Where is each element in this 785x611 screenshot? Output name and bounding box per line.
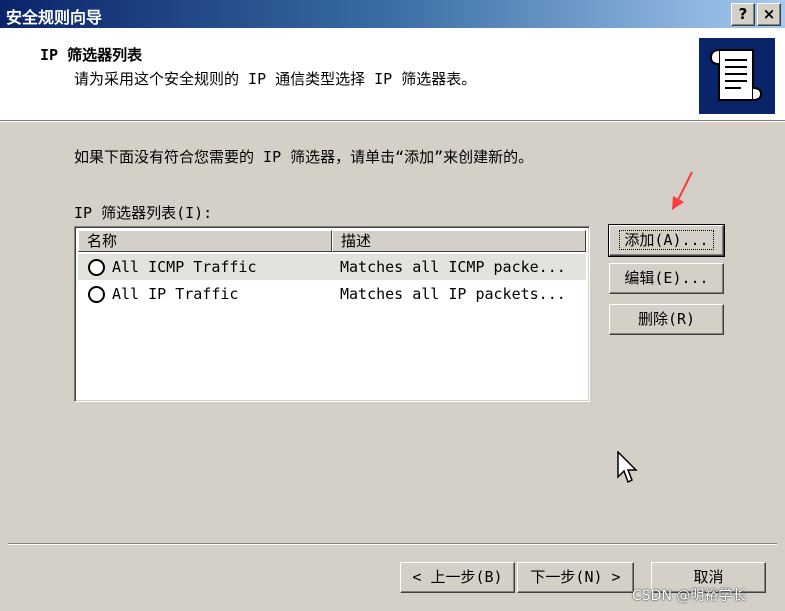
red-arrow-annotation <box>672 171 693 210</box>
footer-divider-highlight <box>8 544 777 545</box>
delete-button[interactable]: 删除(R) <box>609 304 724 335</box>
list-item[interactable]: All ICMP Traffic Matches all ICMP packe.… <box>78 254 586 280</box>
add-button-label: 添加(A)... <box>619 230 714 250</box>
scroll-document-icon <box>699 38 775 114</box>
filter-description: Matches all ICMP packe... <box>340 258 566 276</box>
filter-name: All IP Traffic <box>112 285 239 303</box>
title-bar: 安全规则向导 ? × <box>0 0 785 28</box>
filter-description: Matches all IP packets... <box>340 285 566 303</box>
help-button[interactable]: ? <box>731 3 755 26</box>
close-button[interactable]: × <box>757 3 781 26</box>
filter-list-label: IP 筛选器列表(I): <box>74 204 213 222</box>
mouse-cursor-icon <box>617 451 638 484</box>
column-header-name[interactable]: 名称 <box>78 230 332 252</box>
instruction-text: 如果下面没有符合您需要的 IP 筛选器，请单击“添加”来创建新的。 <box>74 148 534 166</box>
window-title: 安全规则向导 <box>6 8 103 27</box>
wizard-header: IP 筛选器列表 请为采用这个安全规则的 IP 通信类型选择 IP 筛选器表。 <box>0 28 785 120</box>
back-button[interactable]: < 上一步(B) <box>400 562 515 593</box>
watermark: CSDN @明裕学长 <box>632 588 747 604</box>
radio-button[interactable] <box>88 286 105 303</box>
next-button[interactable]: 下一步(N) > <box>517 562 634 593</box>
list-item[interactable]: All IP Traffic Matches all IP packets... <box>78 281 586 307</box>
filter-list[interactable]: 名称 描述 All ICMP Traffic Matches all ICMP … <box>74 226 590 402</box>
column-header-description[interactable]: 描述 <box>332 230 586 252</box>
filter-name: All ICMP Traffic <box>112 258 257 276</box>
page-subtitle: 请为采用这个安全规则的 IP 通信类型选择 IP 筛选器表。 <box>74 70 477 88</box>
radio-button[interactable] <box>88 259 105 276</box>
edit-button[interactable]: 编辑(E)... <box>609 263 724 294</box>
header-divider-highlight <box>0 121 785 122</box>
page-title: IP 筛选器列表 <box>40 46 143 64</box>
add-button[interactable]: 添加(A)... <box>608 224 725 257</box>
